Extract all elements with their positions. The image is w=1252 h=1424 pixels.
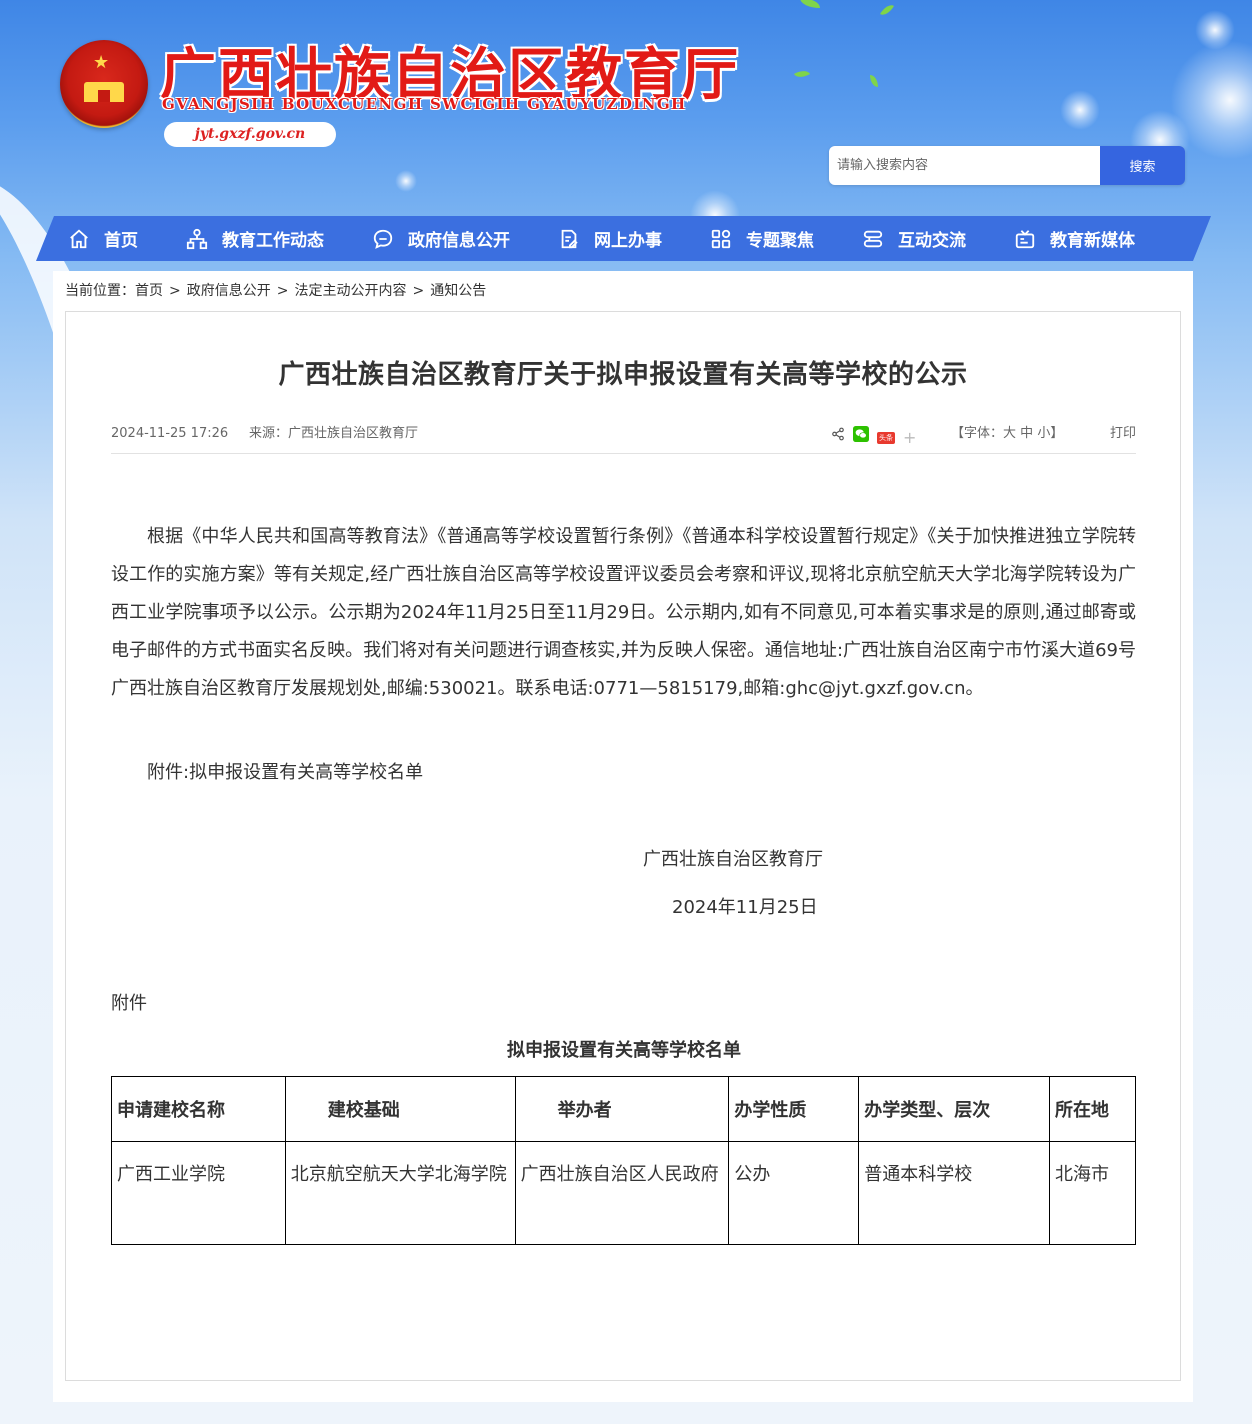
print-button[interactable]: 打印 [1110, 424, 1136, 444]
breadcrumb-separator: > [276, 283, 289, 299]
nav-item-label: 网上办事 [594, 231, 662, 251]
table-cell: 公办 [728, 1141, 860, 1245]
font-size-large[interactable]: 大 [1003, 426, 1016, 441]
leaf [870, 75, 878, 87]
search-button[interactable]: 搜索 [1100, 146, 1185, 185]
sparkle [1195, 10, 1235, 50]
nav-item-education-news[interactable]: 教育工作动态 [186, 226, 324, 251]
article-body: 根据《中华人民共和国高等教育法》《普通高等学校设置暂行条例》《普通本科学校设置暂… [111, 518, 1136, 708]
school-table: 申请建校名称 建校基础 举办者 办学性质 办学类型、层次 所在地 广西工业学院 … [111, 1076, 1136, 1245]
article-paragraph: 根据《中华人民共和国高等教育法》《普通高等学校设置暂行条例》《普通本科学校设置暂… [111, 526, 1136, 699]
table-cell: 北海市 [1049, 1141, 1136, 1245]
font-size-controls: 【字体：大 中 小】 [951, 424, 1063, 444]
search-input[interactable] [829, 146, 1100, 185]
nav-item-label: 首页 [104, 231, 138, 251]
nav-item-topics[interactable]: 专题聚焦 [710, 226, 814, 251]
table-row: 广西工业学院 北京航空航天大学北海学院 广西壮族自治区人民政府 公办 普通本科学… [111, 1141, 1136, 1245]
nav-item-label: 政府信息公开 [408, 231, 510, 251]
document-edit-icon [558, 228, 580, 250]
table-header: 举办者 [514, 1076, 730, 1142]
wechat-icon[interactable] [853, 426, 869, 449]
article-container: 广西壮族自治区教育厅关于拟申报设置有关高等学校的公示 2024-11-25 17… [65, 311, 1181, 1381]
font-size-suffix: 】 [1050, 426, 1064, 441]
nav-item-gov-info[interactable]: 政府信息公开 [372, 226, 510, 251]
gate-icon [84, 82, 124, 102]
content-panel: 当前位置：首页 > 政府信息公开 > 法定主动公开内容 > 通知公告 广西壮族自治区教育厅关… [53, 271, 1193, 1402]
nav-item-home[interactable]: 首页 [68, 226, 138, 251]
table-header: 办学类型、层次 [858, 1076, 1051, 1142]
share-icon[interactable] [831, 427, 845, 448]
national-emblem-icon: ★ [60, 40, 148, 128]
attachment-line: 附件:拟申报设置有关高等学校名单 [147, 762, 424, 783]
site-url-badge[interactable]: jyt.gxzf.gov.cn [164, 122, 336, 147]
sparkle [395, 170, 417, 192]
star-icon: ★ [93, 52, 110, 73]
table-header: 申请建校名称 [111, 1076, 286, 1142]
nav-item-interaction[interactable]: 互动交流 [862, 226, 966, 251]
breadcrumb-statutory[interactable]: 法定主动公开内容 [294, 283, 406, 299]
nav-item-label: 教育工作动态 [222, 231, 324, 251]
chat-bubble-icon [372, 228, 394, 250]
nav-item-online-services[interactable]: 网上办事 [558, 226, 662, 251]
breadcrumb-prefix: 当前位置： [65, 283, 135, 299]
article-title: 广西壮族自治区教育厅关于拟申报设置有关高等学校的公示 [278, 360, 968, 390]
more-share-icon[interactable]: + [903, 428, 916, 448]
nav-item-label: 互动交流 [898, 231, 966, 251]
table-header-row: 申请建校名称 建校基础 举办者 办学性质 办学类型、层次 所在地 [111, 1076, 1136, 1142]
table-header: 建校基础 [284, 1076, 516, 1142]
font-size-prefix: 【字体： [951, 426, 1004, 441]
font-size-medium[interactable]: 中 [1020, 426, 1033, 441]
toutiao-icon[interactable]: 头条 [877, 431, 895, 444]
breadcrumb-separator: > [169, 283, 181, 299]
signature-org: 广西壮族自治区教育厅 [643, 849, 823, 870]
font-size-small[interactable]: 小 [1037, 426, 1050, 441]
site-subtitle: GVANGJSIH BOUXCUENGH SWCIGIH GYAUYUZDING… [162, 95, 687, 113]
home-icon [68, 228, 90, 250]
breadcrumb-notices[interactable]: 通知公告 [430, 283, 486, 299]
divider [111, 453, 1136, 454]
share-bar: 头条 + [831, 426, 924, 449]
table-header: 办学性质 [728, 1076, 860, 1142]
org-chart-icon [186, 228, 208, 250]
interaction-icon [862, 228, 884, 250]
article-source: 来源：广西壮族自治区教育厅 [249, 426, 419, 441]
leaf [793, 67, 811, 81]
publish-date: 2024-11-25 17:26 [111, 426, 229, 441]
main-nav: 首页 教育工作动态 政府信息公开 网上办事 专题聚焦 互动交流 教育新媒体 [36, 216, 1211, 261]
nav-item-label: 专题聚焦 [746, 231, 814, 251]
breadcrumb-separator: > [412, 283, 425, 299]
table-header: 所在地 [1049, 1076, 1136, 1142]
attachment-label: 附件 [111, 993, 147, 1014]
leaf [800, 0, 820, 8]
media-icon [1014, 228, 1036, 250]
nav-item-label: 教育新媒体 [1050, 231, 1135, 251]
nav-item-new-media[interactable]: 教育新媒体 [1014, 226, 1135, 251]
table-cell: 普通本科学校 [858, 1141, 1051, 1245]
table-cell: 北京航空航天大学北海学院 [284, 1141, 516, 1245]
breadcrumb-gov-info[interactable]: 政府信息公开 [187, 283, 271, 299]
sparkle [1060, 90, 1100, 130]
table-cell: 广西壮族自治区人民政府 [514, 1141, 730, 1245]
breadcrumb: 当前位置：首页 > 政府信息公开 > 法定主动公开内容 > 通知公告 [65, 281, 486, 301]
search-bar: 搜索 [829, 146, 1185, 185]
leaf [880, 1, 894, 19]
breadcrumb-home[interactable]: 首页 [135, 283, 163, 299]
grid-icon [710, 228, 732, 250]
signature-date: 2024年11月25日 [672, 897, 818, 918]
article-meta: 2024-11-25 17:26 来源：广西壮族自治区教育厅 头条 + 【字体：… [111, 424, 1136, 450]
table-cell: 广西工业学院 [111, 1141, 286, 1245]
list-title: 拟申报设置有关高等学校名单 [507, 1040, 741, 1061]
